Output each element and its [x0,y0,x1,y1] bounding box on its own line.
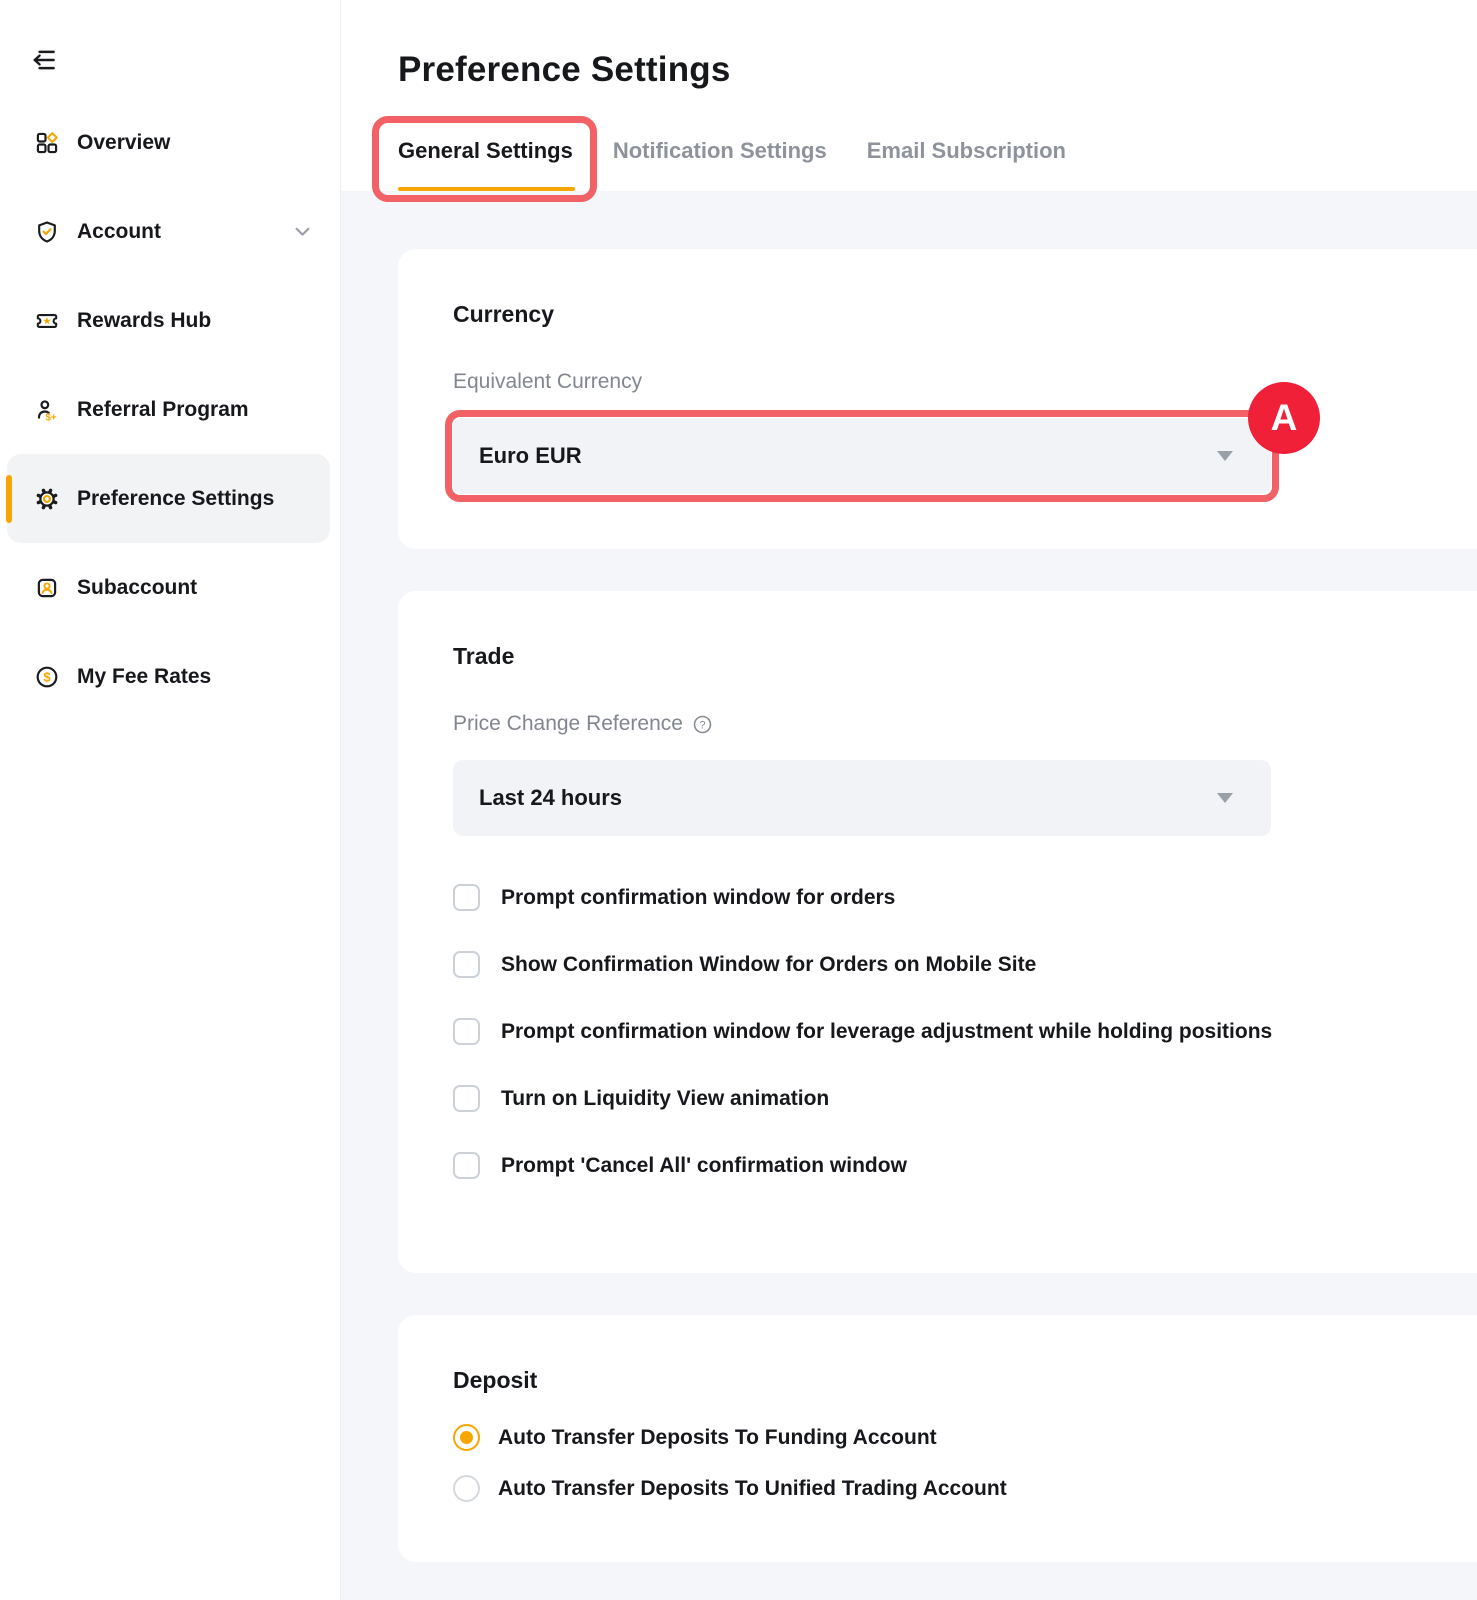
deposit-card: Deposit Auto Transfer Deposits To Fundin… [398,1315,1477,1562]
sidebar-item-overview[interactable]: Overview [0,98,340,187]
sidebar-item-label: Overview [77,131,170,155]
checkbox-row-prompt-confirmation-orders[interactable]: Prompt confirmation window for orders [453,882,1417,916]
chevron-down-icon [1217,451,1233,461]
fee-rates-icon: $ [33,663,60,690]
checkbox[interactable] [453,884,480,911]
checkbox-row-leverage-adjustment[interactable]: Prompt confirmation window for leverage … [453,1016,1417,1050]
svg-text:?: ? [699,719,705,731]
price-change-reference-select[interactable]: Last 24 hours [453,760,1271,836]
tab-email-subscription[interactable]: Email Subscription [867,138,1066,191]
tab-notification-settings[interactable]: Notification Settings [613,138,827,191]
trade-heading: Trade [453,643,1417,670]
checkbox-row-show-confirmation-mobile[interactable]: Show Confirmation Window for Orders on M… [453,949,1417,983]
grid-icon [33,129,60,156]
sidebar-item-my-fee-rates[interactable]: $ My Fee Rates [0,632,340,721]
sidebar-item-rewards-hub[interactable]: Rewards Hub [0,276,340,365]
trade-checkbox-list: Prompt confirmation window for orders Sh… [453,882,1417,1184]
sidebar: Overview Account [0,0,341,1600]
main-header: Preference Settings General Settings Not… [341,0,1477,191]
radio-unselected[interactable] [453,1475,480,1502]
radio-selected[interactable] [453,1424,480,1451]
question-mark-icon[interactable]: ? [692,714,713,735]
price-change-reference-label: Price Change Reference ? [453,712,1417,736]
main-content: Preference Settings General Settings Not… [341,0,1477,1600]
annotation-a-badge: A [1248,382,1320,454]
sidebar-item-label: My Fee Rates [77,665,211,689]
chevron-down-icon [295,227,310,237]
sidebar-collapse-button[interactable] [30,44,64,76]
subaccount-icon [33,574,60,601]
sidebar-item-label: Subaccount [77,576,197,600]
sidebar-item-preference-settings[interactable]: Preference Settings [7,454,330,543]
checkbox[interactable] [453,951,480,978]
page-title: Preference Settings [398,50,1477,90]
radio-row-funding-account[interactable]: Auto Transfer Deposits To Funding Accoun… [453,1424,1417,1451]
tab-general-settings[interactable]: General Settings [398,138,573,191]
checkbox[interactable] [453,1085,480,1112]
deposit-heading: Deposit [453,1367,1417,1394]
radio-row-unified-trading-account[interactable]: Auto Transfer Deposits To Unified Tradin… [453,1475,1417,1502]
sidebar-item-label: Rewards Hub [77,309,211,333]
settings-content: Currency Equivalent Currency Euro EUR A … [341,191,1477,1600]
price-change-reference-value: Last 24 hours [479,785,622,811]
checkbox-row-liquidity-view-animation[interactable]: Turn on Liquidity View animation [453,1083,1417,1117]
active-tab-underline [398,187,575,191]
sidebar-item-label: Account [77,220,161,244]
sidebar-item-subaccount[interactable]: Subaccount [0,543,340,632]
chevron-down-icon [1217,793,1233,803]
currency-heading: Currency [453,301,1417,328]
referral-user-icon: $+ [33,396,60,423]
currency-card: Currency Equivalent Currency Euro EUR A [398,249,1477,549]
sidebar-item-account[interactable]: Account [0,187,340,276]
sidebar-item-label: Referral Program [77,398,249,422]
sidebar-nav: Overview Account [0,98,340,721]
equivalent-currency-value: Euro EUR [479,443,582,469]
preference-settings-page: Overview Account [0,0,1477,1600]
trade-card: Trade Price Change Reference ? Last 24 h… [398,591,1477,1273]
deposit-radio-list: Auto Transfer Deposits To Funding Accoun… [453,1424,1417,1502]
sidebar-item-referral-program[interactable]: $+ Referral Program [0,365,340,454]
svg-text:$+: $+ [45,412,56,423]
collapse-sidebar-icon [30,47,60,73]
gear-icon [33,485,60,512]
shield-check-icon [33,218,60,245]
checkbox[interactable] [453,1152,480,1179]
equivalent-currency-select-wrap: Euro EUR A [453,418,1271,494]
rewards-ticket-icon [33,307,60,334]
equivalent-currency-select[interactable]: Euro EUR [453,418,1271,494]
tab-bar: General Settings Notification Settings E… [398,138,1477,191]
checkbox[interactable] [453,1018,480,1045]
checkbox-row-cancel-all-confirmation[interactable]: Prompt 'Cancel All' confirmation window [453,1150,1417,1184]
sidebar-item-label: Preference Settings [77,487,274,511]
svg-text:$: $ [43,669,51,684]
